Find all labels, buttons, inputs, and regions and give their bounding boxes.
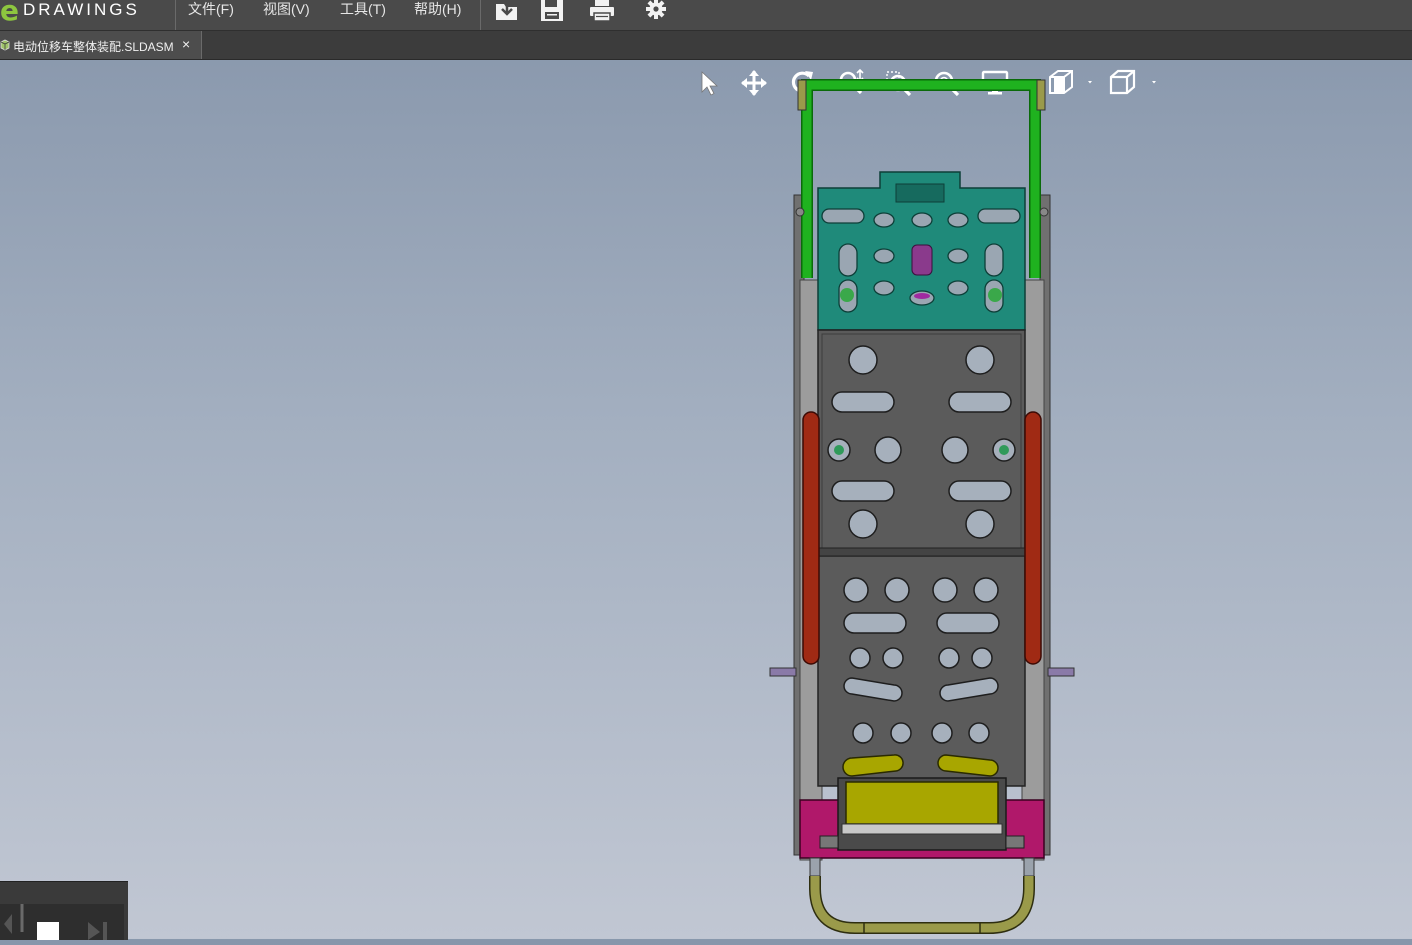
app-logo: e DRAWINGS (0, 0, 140, 27)
yellow-bottom-block (845, 781, 999, 825)
playback-controls (0, 904, 124, 940)
animation-panel (0, 881, 128, 940)
3d-viewport[interactable] (0, 59, 1412, 939)
menu-file[interactable]: 文件(F) (188, 0, 234, 20)
stop-icon[interactable] (37, 922, 59, 940)
cart-assembly-model[interactable] (760, 60, 1090, 940)
save-icon[interactable] (538, 0, 566, 22)
menu-separator (175, 0, 176, 30)
purple-fitting (911, 244, 933, 276)
print-icon[interactable] (588, 0, 616, 22)
open-icon[interactable] (493, 0, 521, 22)
toolbar-separator (480, 0, 481, 30)
bottom-olive-handle (810, 876, 1034, 933)
document-tab-title: 电动位移车整体装配.SLDASM (13, 40, 174, 54)
document-tab-bar: 电动位移车整体装配.SLDASM × (0, 31, 1412, 60)
right-side-tab (1047, 667, 1075, 677)
menu-tools[interactable]: 工具(T) (340, 0, 386, 20)
right-red-rail (1024, 411, 1042, 665)
document-tab[interactable]: 电动位移车整体装配.SLDASM × (0, 31, 202, 59)
menu-view[interactable]: 视图(V) (263, 0, 310, 20)
left-side-tab (769, 667, 797, 677)
assembly-file-icon (0, 39, 10, 51)
select-arrow-icon[interactable] (694, 68, 724, 98)
menu-bar: e DRAWINGS 文件(F) 视图(V) 工具(T) 帮助(H) (0, 0, 1412, 31)
left-red-rail (802, 411, 820, 665)
last-frame-icon[interactable] (103, 922, 107, 940)
view-orientation-cube-icon[interactable] (1106, 68, 1162, 98)
close-tab-icon[interactable]: × (182, 36, 190, 52)
logo-mark: e (0, 0, 19, 27)
menu-help[interactable]: 帮助(H) (414, 0, 461, 20)
settings-gear-icon[interactable] (642, 0, 670, 22)
logo-text: DRAWINGS (23, 0, 140, 19)
